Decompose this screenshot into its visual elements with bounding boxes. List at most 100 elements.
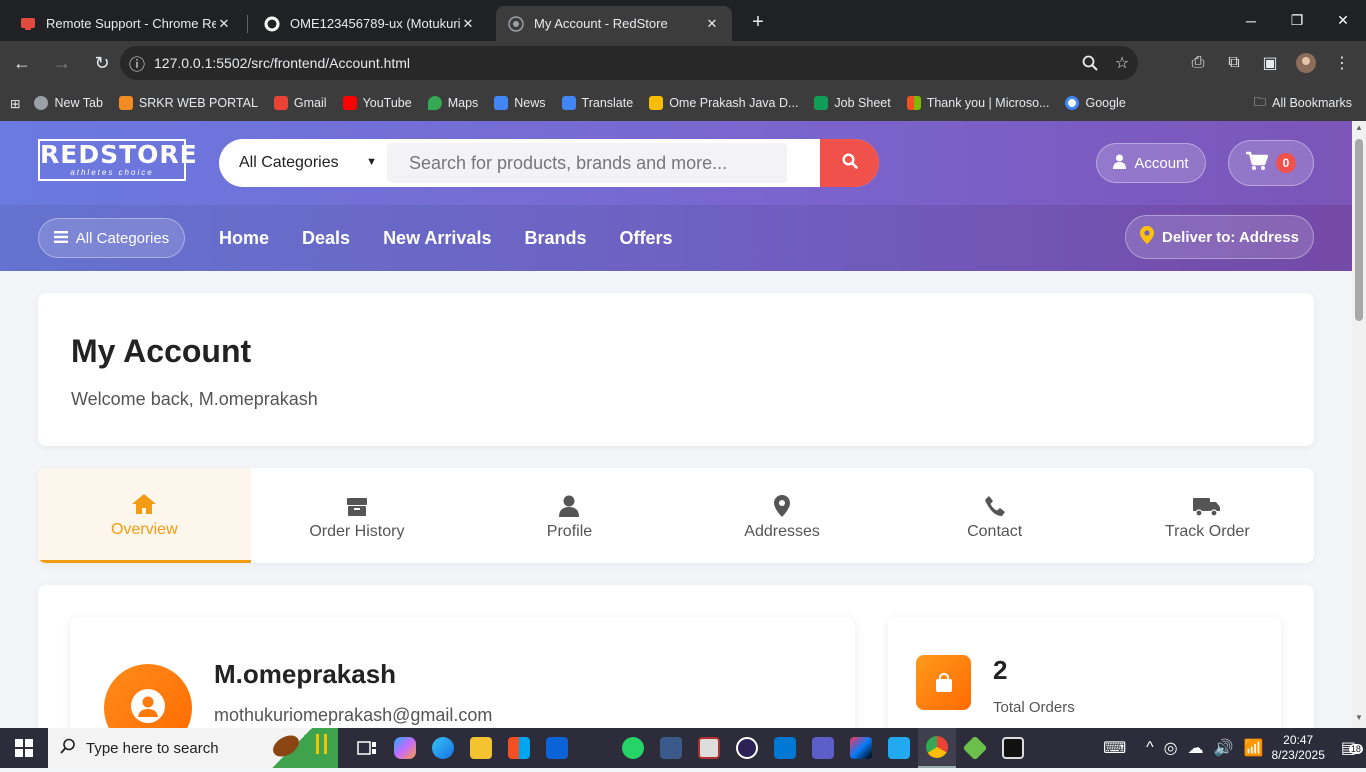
edge-icon[interactable] [424, 728, 462, 768]
bookmark-translate[interactable]: Translate [561, 96, 633, 110]
tab-contact[interactable]: Contact [888, 468, 1101, 563]
nav-home[interactable]: Home [219, 228, 269, 249]
store-icon[interactable] [500, 728, 538, 768]
volume-icon[interactable]: 🔊 [1214, 738, 1234, 758]
all-categories-button[interactable]: All Categories [38, 218, 185, 258]
all-bookmarks[interactable]: 🗀 All Bookmarks [1254, 85, 1352, 121]
print-icon[interactable]: ⎙ [1180, 54, 1216, 72]
bookmark-new-tab[interactable]: New Tab [34, 96, 103, 110]
terminal-icon[interactable] [652, 728, 690, 768]
nav-brands[interactable]: Brands [524, 228, 586, 249]
category-value: All Categories [239, 154, 339, 171]
new-tab-button[interactable]: + [744, 11, 772, 34]
bookmark-label: YouTube [362, 96, 412, 110]
site-nav-bar: All Categories Home Deals New Arrivals B… [0, 205, 1352, 271]
deliver-label: Deliver to: Address [1162, 228, 1299, 246]
bookmark-label: New Tab [54, 96, 103, 110]
notifications-button[interactable]: ▤ 18 [1341, 738, 1363, 758]
bookmark-youtube[interactable]: YouTube [342, 96, 412, 110]
star-icon[interactable]: ☆ [1106, 53, 1138, 73]
browser-tab[interactable]: OME123456789-ux (Motukuri O ✕ [252, 6, 488, 41]
browser-tab[interactable]: Remote Support - Chrome Rem ✕ [8, 6, 248, 41]
cloud-icon[interactable]: ☁ [1188, 738, 1204, 758]
browser-tab-active[interactable]: My Account - RedStore ✕ [496, 6, 732, 41]
taskbar-search[interactable]: Type here to search [48, 728, 338, 768]
tab-track-order[interactable]: Track Order [1101, 468, 1314, 563]
tab-order-history[interactable]: Order History [251, 468, 464, 563]
extensions-icon[interactable]: ⧉ [1216, 54, 1252, 72]
deliver-to-button[interactable]: Deliver to: Address [1125, 215, 1314, 259]
scroll-up-icon[interactable]: ▲ [1355, 123, 1363, 132]
eclipse-icon[interactable] [728, 728, 766, 768]
whatsapp-icon[interactable] [614, 728, 652, 768]
box-icon [346, 491, 368, 517]
address-bar[interactable]: ⓘ 127.0.0.1:5502/src/frontend/Account.ht… [120, 46, 1138, 80]
chrome-icon[interactable] [918, 728, 956, 768]
restore-icon[interactable]: ❐ [1274, 0, 1320, 41]
forward-icon[interactable]: → [44, 45, 80, 81]
meet-icon[interactable]: ◎ [1164, 738, 1178, 758]
category-select[interactable]: All Categories ▼ [219, 139, 387, 187]
nav-new-arrivals[interactable]: New Arrivals [383, 228, 491, 249]
bookmark-google[interactable]: Google [1065, 96, 1126, 110]
clock[interactable]: 20:47 8/23/2025 [1271, 733, 1324, 763]
windows-start-icon[interactable] [0, 728, 48, 768]
notification-count: 18 [1348, 744, 1363, 754]
bookmark-label: Ome Prakash Java D... [669, 96, 799, 110]
chevron-up-icon[interactable]: ^ [1146, 739, 1154, 757]
bookmark-drive[interactable]: Ome Prakash Java D... [649, 96, 798, 110]
cart-button[interactable]: 0 [1228, 140, 1314, 186]
bookmark-gmail[interactable]: Gmail [273, 96, 327, 110]
zoom-icon[interactable] [1074, 55, 1106, 71]
tab-title: My Account - RedStore [534, 16, 668, 31]
app-icon[interactable] [994, 728, 1032, 768]
photos-icon[interactable] [690, 728, 728, 768]
bookmark-microsoft[interactable]: Thank you | Microso... [906, 96, 1049, 110]
intellij-icon[interactable] [842, 728, 880, 768]
close-window-icon[interactable]: ✕ [1320, 0, 1366, 41]
tab-addresses[interactable]: Addresses [676, 468, 889, 563]
close-tab-icon[interactable]: ✕ [460, 16, 476, 32]
bookmark-label: Gmail [293, 96, 327, 110]
bookmark-srkr[interactable]: SRKR WEB PORTAL [118, 96, 258, 110]
bookmark-news[interactable]: News [494, 96, 546, 110]
tab-profile[interactable]: Profile [463, 468, 676, 563]
close-tab-icon[interactable]: ✕ [704, 16, 720, 32]
task-view-icon[interactable] [348, 728, 386, 768]
back-icon[interactable]: ← [4, 45, 40, 81]
bookmark-label: SRKR WEB PORTAL [138, 96, 258, 110]
avatar [104, 664, 192, 728]
reload-icon[interactable]: ↻ [84, 45, 120, 81]
menu-icon[interactable]: ⋮ [1324, 53, 1360, 73]
apps-icon[interactable]: ⊞ [10, 96, 20, 111]
minimize-icon[interactable]: ─ [1228, 0, 1274, 41]
outlook-icon[interactable] [538, 728, 576, 768]
bookmark-job-sheet[interactable]: Job Sheet [814, 96, 891, 110]
copilot-icon[interactable] [386, 728, 424, 768]
file-explorer-icon[interactable] [462, 728, 500, 768]
nav-offers[interactable]: Offers [619, 228, 672, 249]
search-input[interactable]: Search for products, brands and more... [387, 143, 787, 183]
bookmark-maps[interactable]: Maps [427, 96, 478, 110]
outlook-new-icon[interactable] [766, 728, 804, 768]
wifi-icon[interactable]: 📶 [1244, 738, 1264, 758]
teams-icon[interactable] [804, 728, 842, 768]
scrollbar-thumb[interactable] [1355, 139, 1363, 321]
search-button[interactable] [820, 139, 879, 187]
close-tab-icon[interactable]: ✕ [216, 16, 232, 32]
nav-deals[interactable]: Deals [302, 228, 350, 249]
truck-icon [1193, 491, 1221, 517]
page-scrollbar[interactable]: ▲ ▼ [1352, 121, 1366, 728]
git-icon[interactable] [956, 728, 994, 768]
scroll-down-icon[interactable]: ▼ [1355, 713, 1363, 722]
url-text[interactable]: 127.0.0.1:5502/src/frontend/Account.html [154, 55, 1074, 71]
tab-overview[interactable]: Overview [38, 468, 251, 563]
account-button[interactable]: Account [1096, 143, 1206, 183]
tab-search-icon[interactable]: ▣ [1252, 53, 1288, 73]
site-info-icon[interactable]: ⓘ [120, 51, 154, 75]
profile-avatar[interactable] [1288, 52, 1324, 74]
profile-email: mothukuriomeprakash@gmail.com [214, 705, 493, 725]
site-logo[interactable]: REDSTORE athletes choice [38, 139, 197, 181]
keyboard-icon[interactable]: ⌨ [1103, 738, 1126, 758]
vscode-icon[interactable] [880, 728, 918, 768]
